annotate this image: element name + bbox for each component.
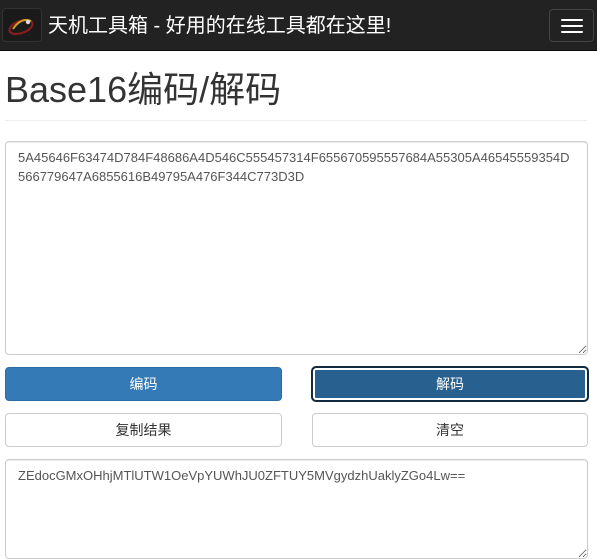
menu-bar-line: [561, 19, 583, 21]
copy-result-button[interactable]: 复制结果: [5, 413, 282, 447]
brand-title[interactable]: 天机工具箱 - 好用的在线工具都在这里!: [48, 13, 391, 39]
title-divider: [5, 120, 587, 121]
output-textarea[interactable]: ZEdocGMxOHhjMTlUTW1OeVpYUWhJU0ZFTUY5MVgy…: [5, 459, 588, 559]
encode-button[interactable]: 编码: [5, 367, 282, 401]
menu-bar-line: [561, 31, 583, 33]
decode-button[interactable]: 解码: [312, 367, 588, 401]
input-textarea[interactable]: 5A45646F63474D784F48686A4D546C555457314F…: [5, 141, 588, 355]
tianji-logo-icon[interactable]: [2, 8, 42, 42]
navbar: 天机工具箱 - 好用的在线工具都在这里!: [0, 0, 597, 51]
page-title: Base16编码/解码: [5, 69, 282, 110]
menu-bar-line: [561, 25, 583, 27]
clear-button[interactable]: 清空: [312, 413, 588, 447]
hamburger-menu-icon[interactable]: [549, 9, 594, 42]
